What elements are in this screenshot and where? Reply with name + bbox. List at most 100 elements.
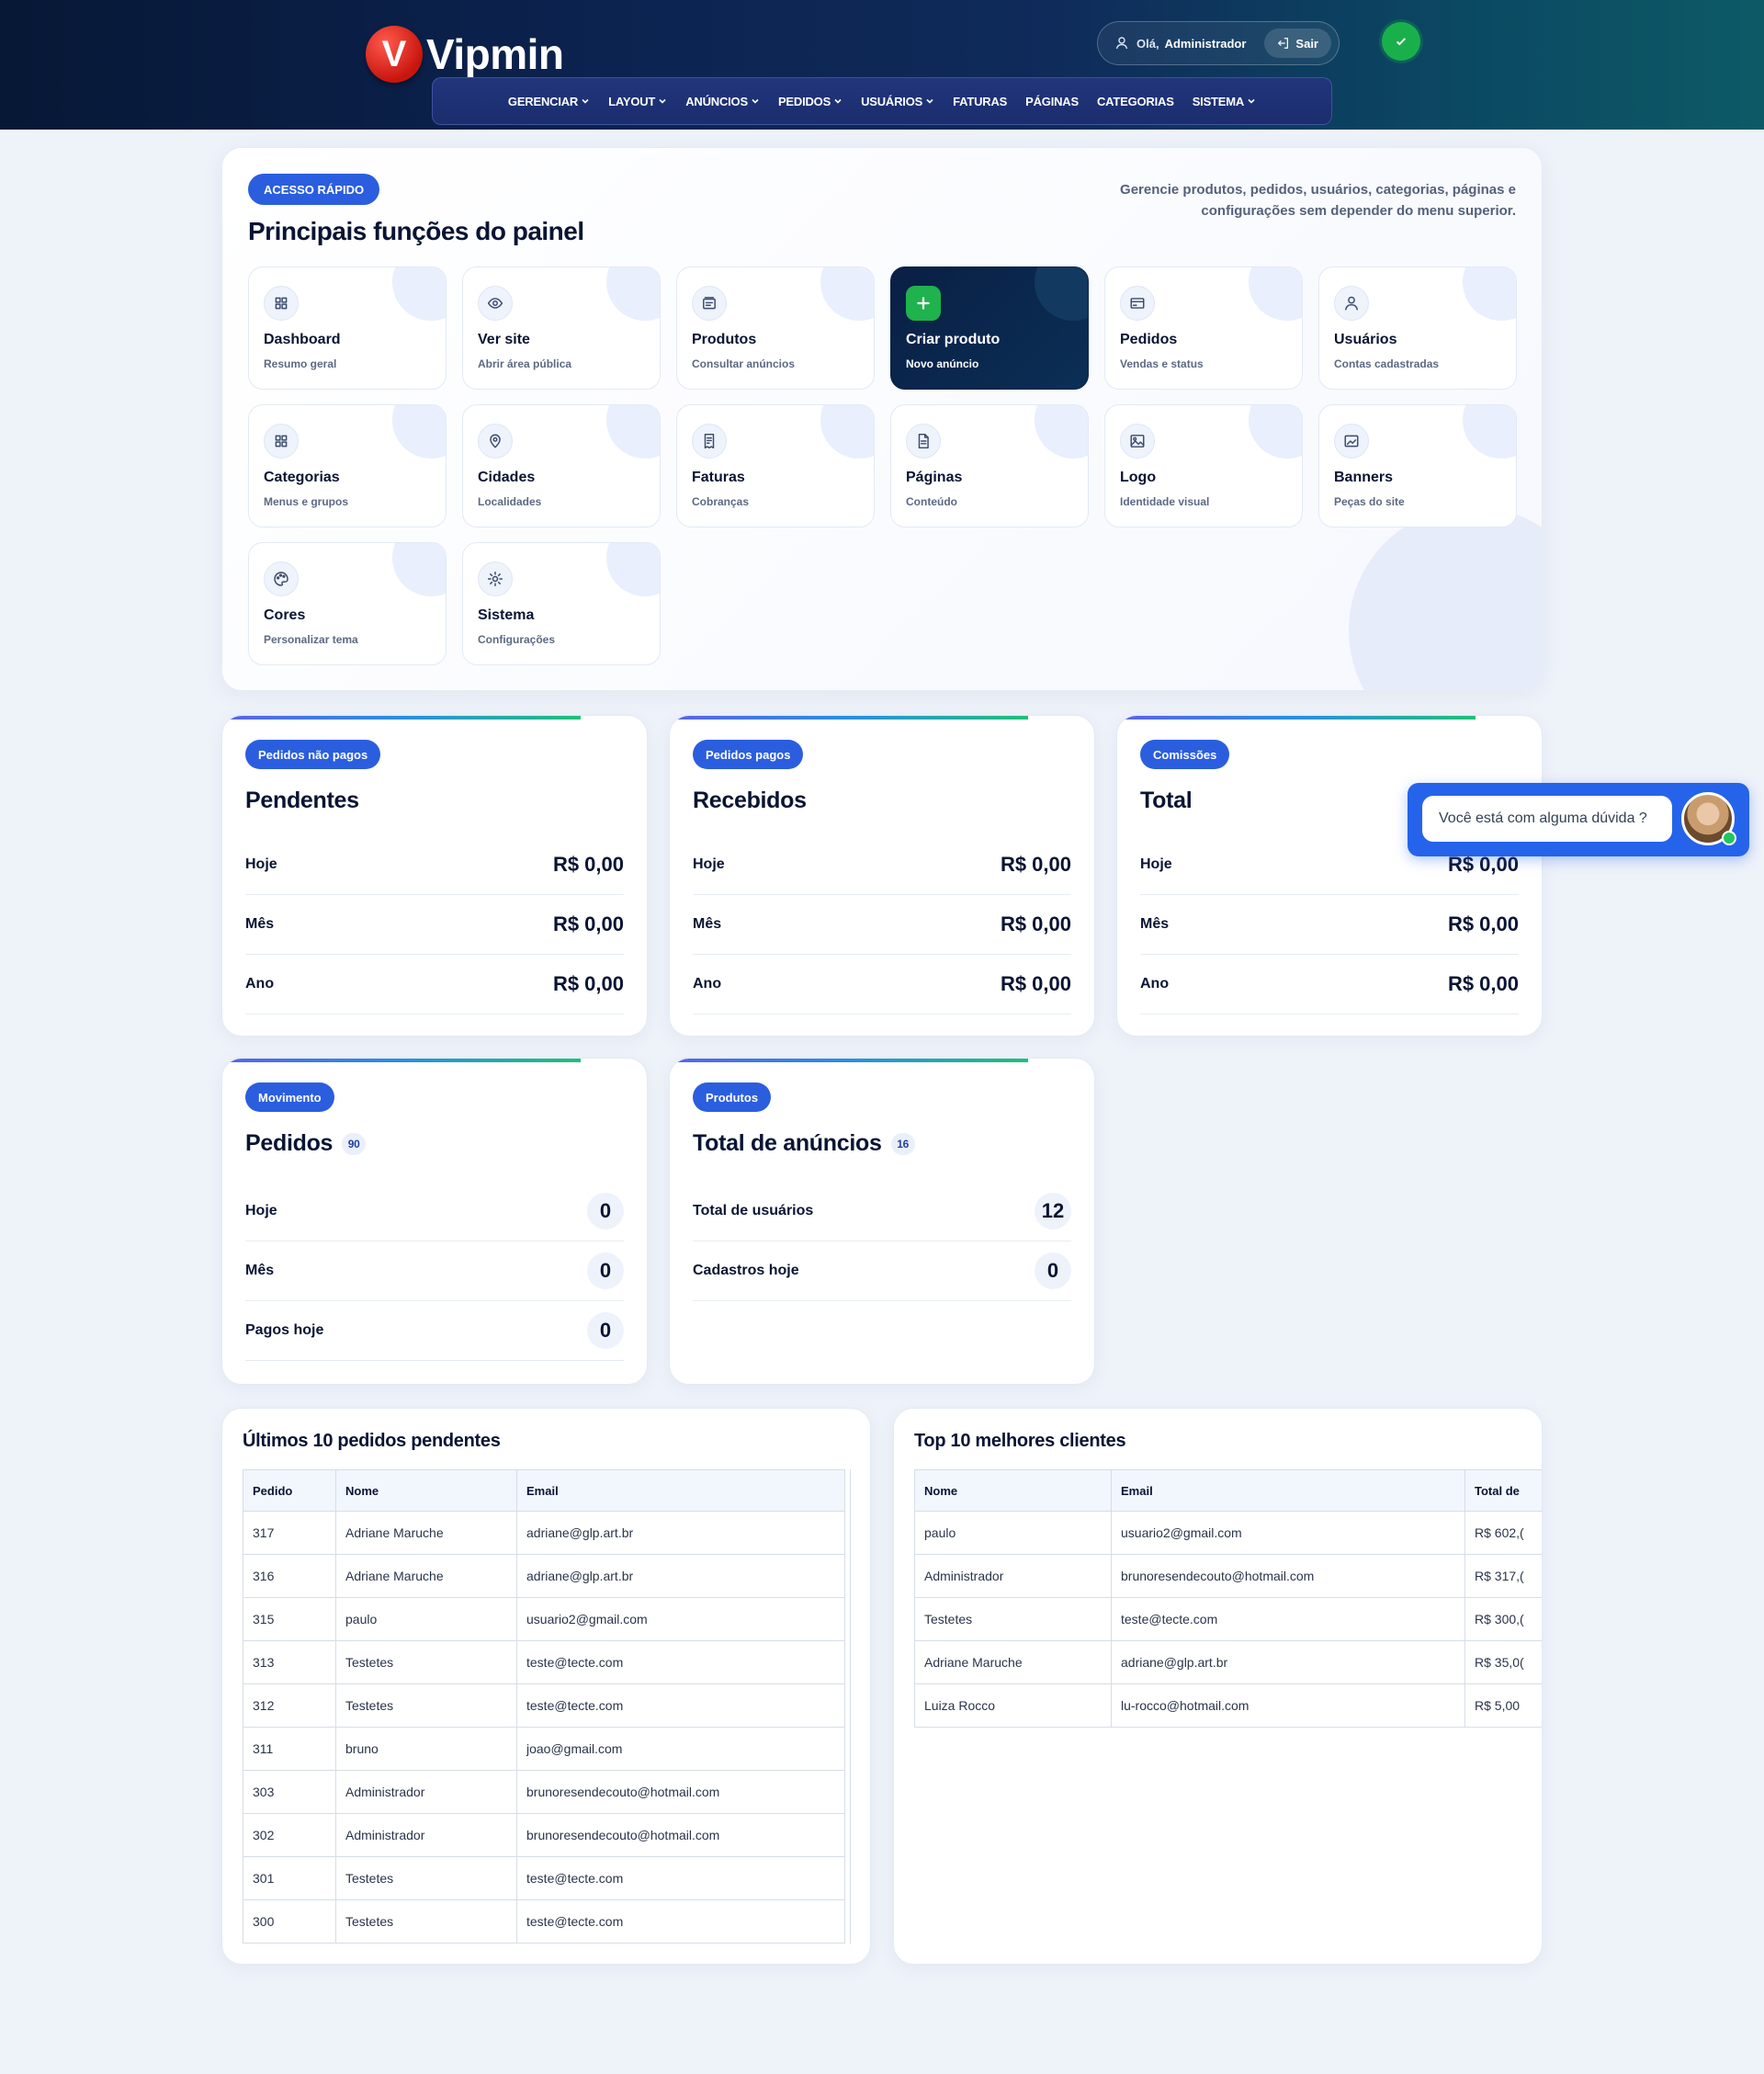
top-clients-table: Nome Email Total de paulo usuario2@gmail.co… (914, 1469, 1542, 1728)
stat-label: Mês (693, 916, 722, 932)
stat-label: Cadastros hoje (693, 1263, 799, 1278)
table-row[interactable]: 317 Adriane Maruche adriane@glp.art.br (243, 1511, 845, 1555)
nav-item-faturas[interactable]: FATURAS (953, 95, 1007, 108)
stat-label: Mês (1140, 916, 1170, 932)
stat-card-pedidos: Movimento Pedidos 90 Hoje 0 Mês 0 Pagos hoj… (221, 1058, 648, 1385)
quick-tile-usuários[interactable]: Usuários Contas cadastradas (1318, 266, 1517, 390)
table-row[interactable]: 312 Testetes teste@tecte.com (243, 1683, 845, 1728)
table-row[interactable]: 313 Testetes teste@tecte.com (243, 1640, 845, 1684)
chat-widget[interactable]: Você está com alguma dúvida ? (1408, 783, 1749, 856)
table-cell: brunoresendecouto@hotmail.com (516, 1813, 845, 1857)
table-row[interactable]: Testetes teste@tecte.com R$ 300,( (914, 1597, 1542, 1641)
tile-icon-wrap (478, 286, 513, 321)
table-cell: Adriane Maruche (335, 1554, 517, 1598)
logout-button[interactable]: Sair (1264, 28, 1331, 58)
chat-message[interactable]: Você está com alguma dúvida ? (1422, 796, 1672, 842)
nav-item-layout[interactable]: LAYOUT (608, 95, 667, 108)
table-cell: 302 (243, 1813, 336, 1857)
table-cell: paulo (914, 1511, 1112, 1555)
stat-card-recebidos: Pedidos pagos Recebidos Hoje R$ 0,00 Mês R… (669, 715, 1095, 1037)
card-title-text: Recebidos (693, 788, 807, 813)
card-pill: Movimento (245, 1082, 334, 1112)
table-row[interactable]: 300 Testetes teste@tecte.com (243, 1899, 845, 1944)
table-row[interactable]: Luiza Rocco lu-rocco@hotmail.com R$ 5,00 (914, 1683, 1542, 1728)
stat-value: R$ 0,00 (1000, 912, 1071, 935)
table-row[interactable]: Administrador brunoresendecouto@hotmail.c… (914, 1554, 1542, 1598)
top-header: V Vipmin Olá, Administrador Sair GERENCI… (0, 0, 1764, 130)
quick-tile-sistema[interactable]: Sistema Configurações (462, 542, 661, 665)
stat-card-pendentes: Pedidos não pagos Pendentes Hoje R$ 0,00 … (221, 715, 648, 1037)
quick-tile-páginas[interactable]: Páginas Conteúdo (890, 404, 1089, 527)
stat-value: 12 (1035, 1193, 1071, 1230)
count-badge: 16 (890, 1132, 915, 1155)
quick-tile-cidades[interactable]: Cidades Localidades (462, 404, 661, 527)
stat-card-produtos: Produtos Total de anúncios 16 Total de us… (669, 1058, 1095, 1385)
nav-item-sistema[interactable]: SISTEMA (1193, 95, 1256, 108)
table-row[interactable]: 311 bruno joao@gmail.com (243, 1727, 845, 1771)
quick-tile-produtos[interactable]: Produtos Consultar anúncios (676, 266, 875, 390)
pending-orders-table-scroll[interactable]: Pedido Nome Email 317 Adriane Maruche adrian… (243, 1469, 851, 1944)
stat-value: R$ 0,00 (552, 972, 624, 995)
table-row[interactable]: 301 Testetes teste@tecte.com (243, 1856, 845, 1900)
quick-tile-categorias[interactable]: Categorias Menus e grupos (248, 404, 447, 527)
tile-icon-wrap (478, 561, 513, 596)
quick-tile-banners[interactable]: Banners Peças do site (1318, 404, 1517, 527)
table-cell: R$ 35,0( (1464, 1640, 1542, 1684)
tile-name: Pedidos (1120, 332, 1178, 347)
table-row[interactable]: Adriane Maruche adriane@glp.art.br R$ 35,0… (914, 1640, 1542, 1684)
quick-tile-cores[interactable]: Cores Personalizar tema (248, 542, 447, 665)
tile-icon-wrap (264, 286, 299, 321)
table-row[interactable]: 316 Adriane Maruche adriane@glp.art.br (243, 1554, 845, 1598)
table-cell: 313 (243, 1640, 336, 1684)
chevron-down-icon (1248, 98, 1255, 104)
table-row[interactable]: 302 Administrador brunoresendecouto@hotmai… (243, 1813, 845, 1857)
card-pill: Pedidos pagos (693, 740, 804, 769)
nav-item-usuários[interactable]: USUÁRIOS (861, 95, 934, 108)
tile-subtitle: Menus e grupos (264, 495, 349, 508)
palette-icon (274, 572, 288, 586)
stat-value: R$ 0,00 (1447, 912, 1519, 935)
card-title-text: Pedidos (245, 1130, 334, 1156)
quick-tile-ver-site[interactable]: Ver site Abrir área pública (462, 266, 661, 390)
box-icon (703, 297, 716, 310)
logout-icon (1278, 38, 1289, 49)
tile-decoration (1035, 405, 1088, 459)
stat-row: Hoje R$ 0,00 (245, 835, 624, 895)
pending-orders-panel: Últimos 10 pedidos pendentes Pedido Nome E… (221, 1408, 871, 1965)
tile-decoration (392, 267, 446, 321)
grid-icon (275, 297, 288, 310)
nav-item-pedidos[interactable]: PEDIDOS (778, 95, 842, 108)
logo[interactable]: V Vipmin (366, 26, 564, 83)
stat-value: 0 (1035, 1252, 1071, 1289)
table-row[interactable]: 303 Administrador brunoresendecouto@hotmai… (243, 1770, 845, 1814)
quick-tile-logo[interactable]: Logo Identidade visual (1104, 404, 1303, 527)
card-accent-bar (670, 1059, 1028, 1062)
nav-item-páginas[interactable]: PÁGINAS (1025, 95, 1079, 108)
table-cell: R$ 300,( (1464, 1597, 1542, 1641)
nav-item-gerenciar[interactable]: GERENCIAR (508, 95, 590, 108)
table-cell: Testetes (335, 1899, 517, 1944)
quick-tile-criar-produto[interactable]: Criar produto Novo anúncio (890, 266, 1089, 390)
stat-label: Ano (693, 976, 722, 992)
table-row[interactable]: paulo usuario2@gmail.com R$ 602,( (914, 1511, 1542, 1555)
tile-icon-wrap (1120, 286, 1155, 321)
table-cell: Testetes (335, 1683, 517, 1728)
online-indicator (1722, 831, 1736, 845)
card-accent-bar (222, 1059, 581, 1062)
stat-row: Ano R$ 0,00 (245, 955, 624, 1014)
top-clients-table-scroll[interactable]: Nome Email Total de paulo usuario2@gmail.co… (914, 1469, 1542, 1728)
nav-item-label: ANÚNCIOS (685, 94, 748, 108)
stat-card-total: Comissões Total Hoje R$ 0,00 Mês R$ 0,00 A… (1116, 715, 1543, 1037)
stat-value: R$ 0,00 (552, 853, 624, 876)
nav-item-categorias[interactable]: CATEGORIAS (1097, 95, 1174, 108)
quick-tile-dashboard[interactable]: Dashboard Resumo geral (248, 266, 447, 390)
quick-tile-faturas[interactable]: Faturas Cobranças (676, 404, 875, 527)
stat-label: Mês (245, 1263, 275, 1278)
table-cell: 301 (243, 1856, 336, 1900)
tile-icon-wrap (264, 561, 299, 596)
status-indicator[interactable] (1382, 22, 1420, 61)
quick-tile-pedidos[interactable]: Pedidos Vendas e status (1104, 266, 1303, 390)
table-row[interactable]: 315 paulo usuario2@gmail.com (243, 1597, 845, 1641)
nav-item-anúncios[interactable]: ANÚNCIOS (685, 95, 760, 108)
stat-label: Hoje (1140, 856, 1172, 872)
